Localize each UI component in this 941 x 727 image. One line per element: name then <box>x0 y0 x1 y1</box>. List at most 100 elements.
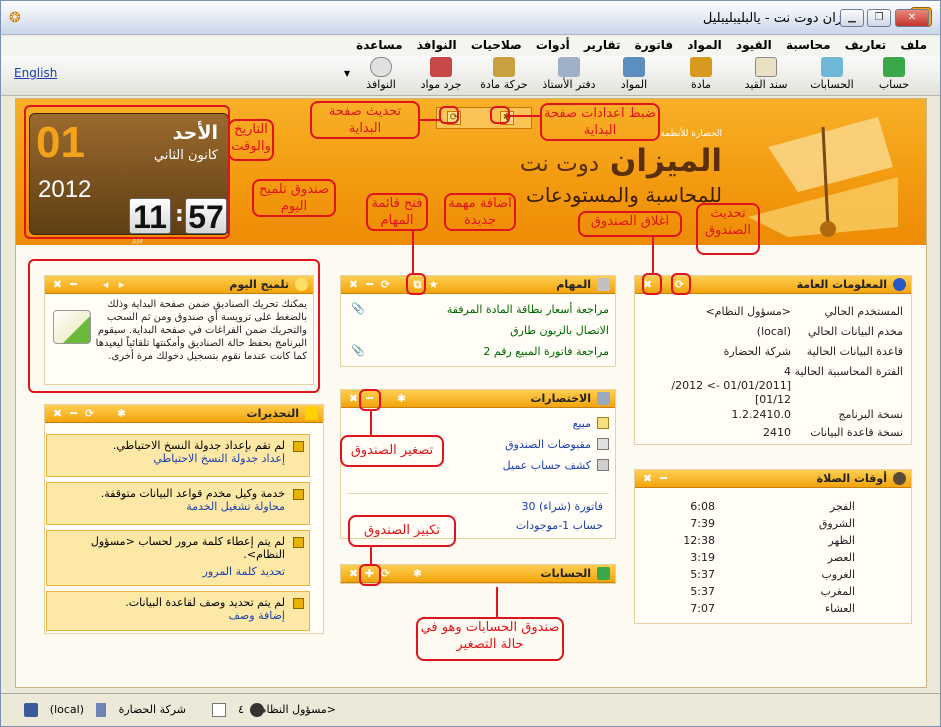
tasks-panel-title: المهام <box>556 278 591 291</box>
annotation-open-tasks: فتح قائمة المهام <box>366 193 428 231</box>
toolbar-overflow-icon[interactable]: ▼ <box>344 69 350 78</box>
annotation-datetime: التاريخ والوقت <box>228 119 274 161</box>
prayer-name: العشاء <box>824 602 855 615</box>
menu-materials[interactable]: المواد <box>682 36 726 54</box>
info-label: قاعدة البيانات الحالية <box>806 345 903 358</box>
info-label: نسخة البرنامج <box>838 408 903 421</box>
accounts-icon <box>821 57 843 77</box>
annotation-refresh-home-marker <box>439 106 459 124</box>
language-link[interactable]: English <box>14 66 57 80</box>
shortcut-customer-statement[interactable]: كشف حساب عميل <box>503 459 591 472</box>
menu-help[interactable]: مساعدة <box>351 36 407 54</box>
add-task-icon[interactable]: ★ <box>427 278 440 291</box>
accounts-panel-title: الحسابات <box>540 567 591 580</box>
task-item[interactable]: مراجعة أسعار بطاقة المادة المرفقة <box>447 303 609 316</box>
warning-action-link[interactable]: إعداد جدولة النسخ الاحتياطي <box>53 452 285 465</box>
info-value: <مسؤول النظام> <box>705 305 791 318</box>
annotation-minimize-box: تصغير الصندوق <box>340 435 444 467</box>
inventory-count-button[interactable]: جرد مواد <box>413 57 469 95</box>
close-prayer-icon[interactable]: ✖ <box>641 472 654 485</box>
server-icon <box>24 703 38 717</box>
info-value: [01/01/2011 -> 2012/ <box>671 379 791 392</box>
windows-button[interactable]: النوافذ <box>357 57 405 95</box>
material-movement-button[interactable]: حركة مادة <box>477 57 531 95</box>
warning-item: لم يتم إعطاء كلمة مرور لحساب <مسؤول النظ… <box>46 530 310 586</box>
prayer-time: 12:38 <box>683 534 715 547</box>
task-item[interactable]: مراجعة فاتورة المبيع رقم 2 <box>483 345 609 358</box>
shortcut-sale[interactable]: مبيع <box>573 417 591 430</box>
general-info-panel: المعلومات العامة ✖ ⟳ المستخدم الحالي <مس… <box>634 275 912 445</box>
annotation-tip-frame <box>28 259 320 393</box>
flag-icon <box>293 489 304 500</box>
settings-accounts-icon[interactable]: ✱ <box>411 567 424 580</box>
materials-button[interactable]: المواد <box>611 57 657 95</box>
ledger-button[interactable]: دفتر الأستاذ <box>537 57 601 95</box>
prayer-name: الفجر <box>829 500 855 513</box>
minimize-prayer-icon[interactable]: ━ <box>657 472 670 485</box>
info-label: الفترة المحاسبية الحالية <box>794 365 903 378</box>
minimize-warnings-icon[interactable]: ━ <box>67 407 80 420</box>
brand-logo: الميزان دوت نت <box>519 143 722 179</box>
menu-invoice[interactable]: فاتورة <box>630 36 678 54</box>
menu-windows[interactable]: النوافذ <box>412 36 462 54</box>
annotation-clock-frame <box>24 105 230 239</box>
restore-window-button[interactable]: ❐ <box>867 9 891 27</box>
prayer-name: الغروب <box>821 568 855 581</box>
menu-definitions[interactable]: تعاريف <box>840 36 892 54</box>
account-icon <box>883 57 905 77</box>
warnings-panel-title: التحذيرات <box>246 407 299 420</box>
refresh-tasks-icon[interactable]: ⟳ <box>379 278 392 291</box>
menu-tools[interactable]: أدوات <box>531 36 575 54</box>
close-tasks-icon[interactable]: ✖ <box>347 278 360 291</box>
info-icon <box>893 278 906 291</box>
journal-voucher-button[interactable]: سند القيد <box>736 57 796 95</box>
warnings-panel-header[interactable]: التحذيرات ✖ ━ ⟳ ✱ <box>45 405 323 423</box>
menu-entries[interactable]: القيود <box>731 36 777 54</box>
prayer-times-header[interactable]: أوقات الصلاة ✖ ━ <box>635 470 911 488</box>
annotation-tip-box: صندوق تلميح اليوم <box>252 179 336 217</box>
status-server: (local) <box>49 703 84 716</box>
materials-icon <box>623 57 645 77</box>
minimize-tasks-icon[interactable]: ━ <box>363 278 376 291</box>
warning-action-link[interactable]: تحديد كلمة المرور <box>53 565 285 578</box>
annotation-open-tasks-marker <box>406 273 426 295</box>
warning-action-link[interactable]: إضافة وصف <box>53 609 285 622</box>
flag-icon <box>293 598 304 609</box>
settings-shortcuts-icon[interactable]: ✱ <box>395 392 408 405</box>
printer-icon <box>597 459 609 471</box>
prayer-time: 5:37 <box>690 585 715 598</box>
account-button[interactable]: حساب <box>877 57 911 95</box>
shortcuts-panel-header[interactable]: الاختصارات ✖ ━ ✱ <box>341 390 615 408</box>
menu-reports[interactable]: تقارير <box>579 36 626 54</box>
close-warnings-icon[interactable]: ✖ <box>51 407 64 420</box>
annotation-close-box: اغلاق الصندوق <box>578 211 682 237</box>
refresh-warnings-icon[interactable]: ⟳ <box>83 407 96 420</box>
accounts-panel-header[interactable]: الحسابات ✖ ✚ ⟳ ✱ <box>341 565 615 583</box>
minimize-window-button[interactable]: ▁ <box>840 9 864 27</box>
menu-file[interactable]: ملف <box>895 36 932 54</box>
menu-accounting[interactable]: محاسبة <box>781 36 836 54</box>
box-icon <box>690 57 712 77</box>
info-value: (local) <box>756 325 791 338</box>
settings-warnings-icon[interactable]: ✱ <box>115 407 128 420</box>
recent-account-link[interactable]: حساب 1-موجودات <box>516 519 603 532</box>
system-menu-icon[interactable]: ❂ <box>9 10 21 26</box>
accounts-panel-minimized: الحسابات ✖ ✚ ⟳ ✱ <box>340 564 616 584</box>
annotation-refresh-box: تحديث الصندوق <box>696 203 760 255</box>
recent-invoice-link[interactable]: فاتورة (شراء) 30 <box>521 500 603 513</box>
warning-icon <box>305 407 318 420</box>
title-bar: ❂ الميزان دوت نت - يالبليبليبليل ▁ ❐ ✕ <box>1 1 940 35</box>
task-item[interactable]: الاتصال بالزبون طارق <box>510 324 609 337</box>
annotation-close-marker <box>642 273 662 295</box>
shortcut-cash-receipts[interactable]: مقبوضات الصندوق <box>505 438 591 451</box>
material-button[interactable]: مادة <box>681 57 721 95</box>
warning-action-link[interactable]: محاولة تشغيل الخدمة <box>53 500 285 513</box>
attachment-icon: 📎 <box>351 344 365 357</box>
close-window-button[interactable]: ✕ <box>895 9 929 27</box>
menu-permissions[interactable]: صلاحيات <box>466 36 527 54</box>
tasks-panel-header[interactable]: المهام ✖ ━ ⟳ ⧉ ★ <box>341 276 615 294</box>
printer-icon <box>430 57 452 77</box>
accounts-button[interactable]: الحسابات <box>804 57 860 95</box>
shortcut-icon <box>597 392 610 405</box>
accounts-icon <box>597 567 610 580</box>
